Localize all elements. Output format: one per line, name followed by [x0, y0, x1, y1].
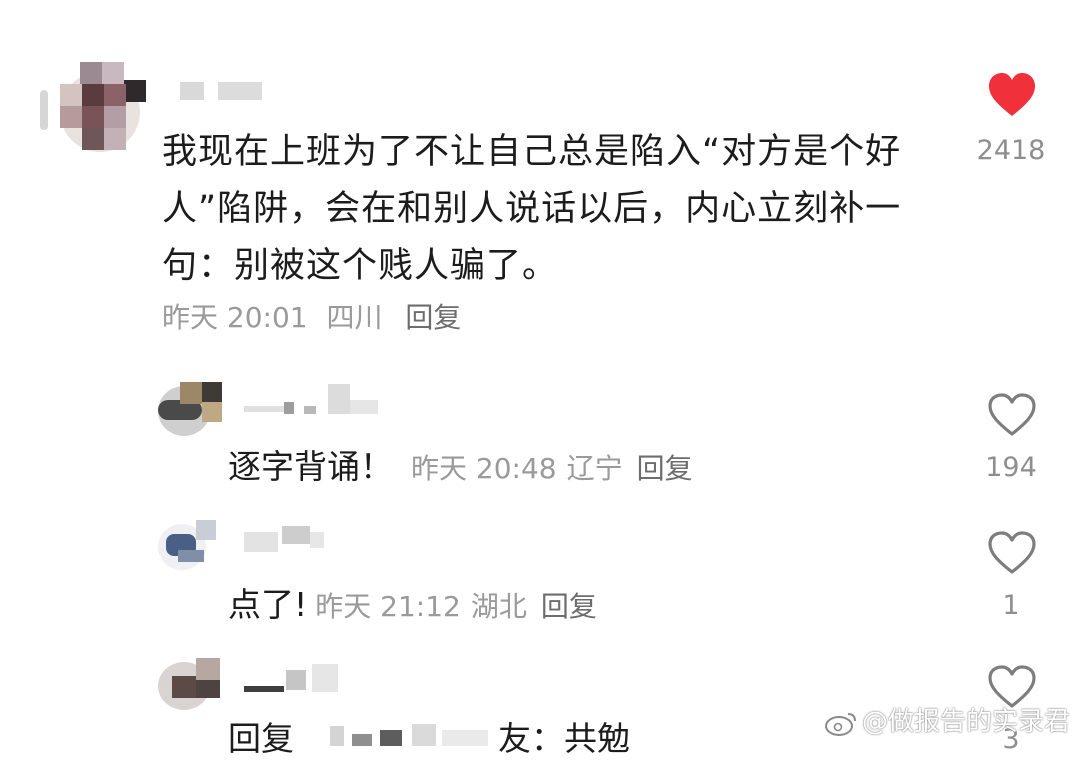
avatar[interactable]: [158, 520, 218, 572]
reply-button[interactable]: 回复: [541, 590, 597, 623]
heart-outline-icon[interactable]: [987, 392, 1037, 438]
comment-location: 四川: [326, 301, 383, 334]
watermark: @做报告的实录君: [824, 701, 1070, 738]
like-count: 194: [985, 452, 1037, 483]
comment-time: 昨天 20:01: [162, 301, 308, 334]
weibo-logo-icon: [824, 712, 856, 736]
like-count: 2418: [976, 135, 1046, 166]
avatar[interactable]: [158, 382, 224, 438]
mention-blurred[interactable]: [330, 716, 498, 746]
heart-filled-icon[interactable]: [987, 72, 1037, 118]
reply-button[interactable]: 回复: [637, 452, 693, 485]
like-count: 1: [1002, 590, 1020, 621]
reply-time: 昨天 21:12: [315, 590, 461, 623]
avatar[interactable]: [40, 62, 146, 162]
avatar[interactable]: [158, 658, 224, 712]
reply-text: 逐字背诵！: [228, 447, 393, 486]
comment-text: 我现在上班为了不让自己总是陷入“对方是个好人”陷阱，会在和别人说话以后，内心立刻…: [162, 132, 902, 286]
reply-time: 昨天 20:48: [411, 452, 557, 485]
username-blurred[interactable]: [244, 524, 334, 554]
reply-text: 点了!: [228, 585, 308, 624]
heart-outline-icon[interactable]: [987, 530, 1037, 576]
comment-meta: 昨天 20:01 四川 回复: [162, 296, 461, 336]
reply-suffix: 友：共勉: [498, 719, 630, 758]
username-blurred[interactable]: [180, 82, 270, 102]
watermark-text: @做报告的实录君: [861, 707, 1070, 737]
reply-prefix: 回复: [228, 719, 294, 758]
username-blurred[interactable]: [244, 384, 444, 420]
reply-button[interactable]: 回复: [405, 296, 461, 336]
reply-location: 湖北: [470, 590, 527, 623]
username-blurred[interactable]: [244, 664, 354, 694]
reply-location: 辽宁: [566, 452, 623, 485]
